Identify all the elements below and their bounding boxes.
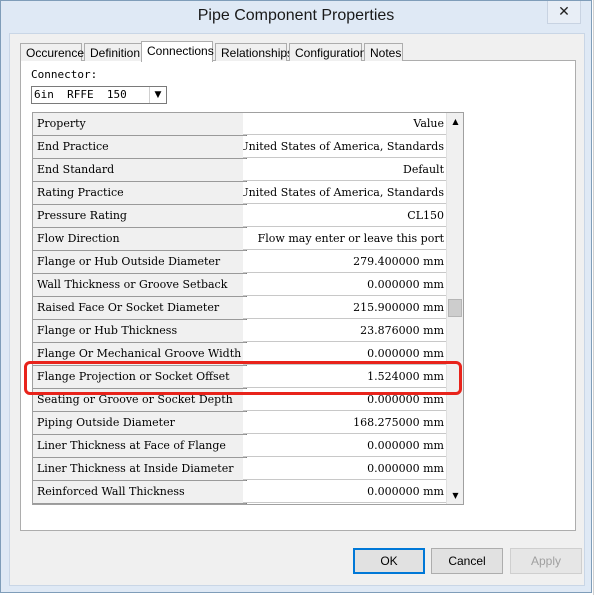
dropdown-arrow-icon[interactable]: ▼ — [149, 87, 166, 103]
property-value-cell[interactable] — [243, 504, 446, 505]
property-name-cell[interactable]: Flange or Hub Outside Diameter — [33, 251, 247, 274]
scroll-thumb[interactable] — [448, 299, 462, 317]
property-value-cell[interactable]: 0.000000 mm — [243, 435, 446, 457]
grid-row[interactable]: Liner Thickness at Inside Diameter 0.0000… — [33, 458, 446, 481]
tab-occurence[interactable]: Occurence — [20, 43, 84, 61]
property-value-cell[interactable]: United States of America, Standards — [243, 182, 446, 204]
grid-row[interactable]: Flow Direction Flow may enter or leave th… — [33, 228, 446, 251]
cancel-button[interactable]: Cancel — [431, 548, 503, 574]
property-name-cell[interactable]: Reinforced Wall Thickness — [33, 481, 247, 504]
connector-label: Connector: — [31, 68, 98, 81]
ok-button[interactable]: OK — [353, 548, 425, 574]
scroll-down-icon[interactable]: ▼ — [447, 487, 463, 504]
grid-row[interactable]: Flange or Hub Outside Diameter 279.400000… — [33, 251, 446, 274]
property-value-cell[interactable]: 0.000000 mm — [243, 481, 446, 503]
grid-row[interactable]: End Standard Default — [33, 159, 446, 182]
property-name-cell[interactable]: Pressure Rating — [33, 205, 247, 228]
property-value-cell[interactable]: 168.275000 mm — [243, 412, 446, 434]
grid-row[interactable]: Reinforced Wall Thickness 0.000000 mm — [33, 481, 446, 504]
property-grid[interactable]: Property Value End Practice United States… — [32, 112, 464, 505]
property-name-cell[interactable] — [33, 504, 247, 505]
apply-button[interactable]: Apply — [510, 548, 582, 574]
property-value-cell[interactable]: 215.900000 mm — [243, 297, 446, 319]
grid-row[interactable]: Raised Face Or Socket Diameter 215.900000… — [33, 297, 446, 320]
grid-row[interactable]: End Practice United States of America, St… — [33, 136, 446, 159]
property-name-cell[interactable]: Flange or Hub Thickness — [33, 320, 247, 343]
grid-row[interactable] — [33, 504, 446, 505]
tab-notes[interactable]: Notes — [364, 43, 403, 61]
grid-row[interactable]: Piping Outside Diameter 168.275000 mm — [33, 412, 446, 435]
grid-row[interactable]: Flange or Hub Thickness 23.876000 mm — [33, 320, 446, 343]
property-value-cell[interactable]: 0.000000 mm — [243, 274, 446, 296]
property-name-cell[interactable]: Liner Thickness at Face of Flange — [33, 435, 247, 458]
property-value-cell[interactable]: 0.000000 mm — [243, 458, 446, 480]
close-icon: ✕ — [558, 4, 570, 20]
property-name-cell[interactable]: Flow Direction — [33, 228, 247, 251]
dialog-title: Pipe Component Properties — [197, 7, 395, 24]
connector-dropdown[interactable]: 6in RFFE 150 ▼ — [31, 86, 167, 104]
property-name-cell[interactable]: Raised Face Or Socket Diameter — [33, 297, 247, 320]
title-bar[interactable]: Pipe Component Properties ✕ — [1, 1, 591, 33]
property-value-cell[interactable]: 23.876000 mm — [243, 320, 446, 342]
property-name-cell[interactable]: Piping Outside Diameter — [33, 412, 247, 435]
property-name-cell[interactable]: Wall Thickness or Groove Setback — [33, 274, 247, 297]
grid-header: Property Value — [33, 113, 446, 136]
header-value[interactable]: Value — [243, 113, 446, 135]
grid-row[interactable]: Wall Thickness or Groove Setback 0.000000… — [33, 274, 446, 297]
property-name-cell[interactable]: Rating Practice — [33, 182, 247, 205]
grid-scrollbar[interactable]: ▲ ▼ — [446, 113, 463, 504]
close-button[interactable]: ✕ — [547, 1, 581, 24]
grid-row[interactable]: Rating Practice United States of America,… — [33, 182, 446, 205]
highlight-box — [24, 361, 462, 395]
property-value-cell[interactable]: 279.400000 mm — [243, 251, 446, 273]
property-value-cell[interactable]: CL150 — [243, 205, 446, 227]
tab-relationships[interactable]: Relationships — [215, 43, 293, 61]
property-value-cell[interactable]: Default — [243, 159, 446, 181]
scroll-up-icon[interactable]: ▲ — [447, 113, 463, 130]
grid-row[interactable]: Liner Thickness at Face of Flange 0.00000… — [33, 435, 446, 458]
tab-configuration[interactable]: Configuration — [289, 43, 366, 61]
property-name-cell[interactable]: End Practice — [33, 136, 247, 159]
property-name-cell[interactable]: End Standard — [33, 159, 247, 182]
grid-row[interactable]: Pressure Rating CL150 — [33, 205, 446, 228]
header-property[interactable]: Property — [33, 113, 247, 136]
background-window — [593, 0, 603, 595]
property-value-cell[interactable]: Flow may enter or leave this port — [243, 228, 446, 250]
property-value-cell[interactable]: United States of America, Standards — [243, 136, 446, 158]
tab-connections[interactable]: Connections — [141, 41, 214, 62]
property-name-cell[interactable]: Liner Thickness at Inside Diameter — [33, 458, 247, 481]
connector-selected-value: 6in RFFE 150 — [34, 88, 127, 101]
